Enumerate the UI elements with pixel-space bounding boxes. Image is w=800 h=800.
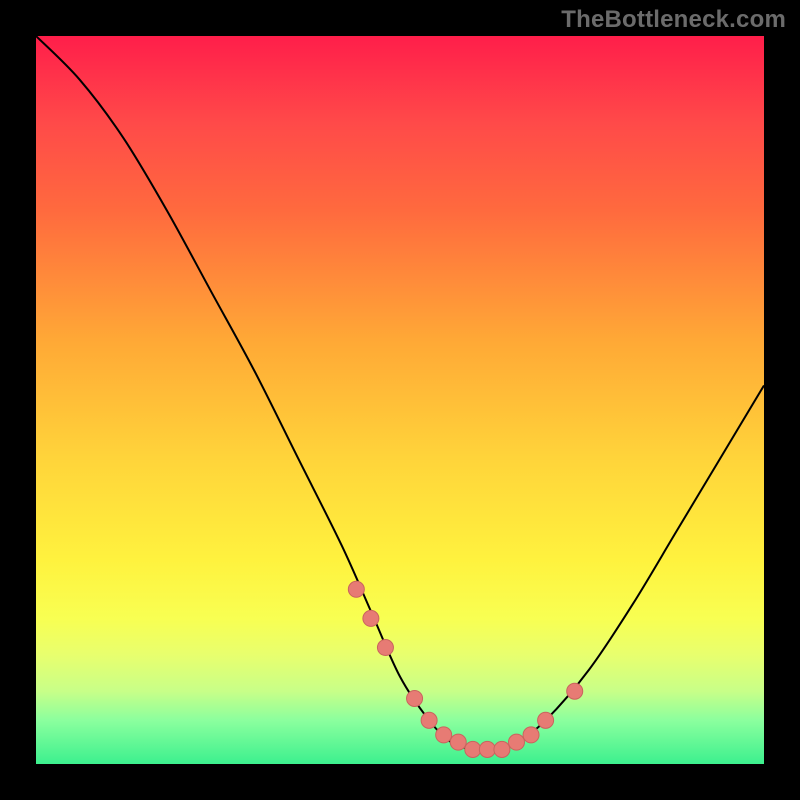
highlight-dots — [348, 581, 582, 757]
highlight-dot — [567, 683, 583, 699]
highlight-dot — [523, 727, 539, 743]
highlight-dot — [436, 727, 452, 743]
highlight-dot — [421, 712, 437, 728]
highlight-dot — [494, 741, 510, 757]
highlight-dot — [348, 581, 364, 597]
highlight-dot — [508, 734, 524, 750]
highlight-dot — [363, 610, 379, 626]
highlight-dot — [450, 734, 466, 750]
bottleneck-curve — [36, 36, 764, 750]
highlight-dot — [538, 712, 554, 728]
highlight-dot — [465, 741, 481, 757]
highlight-dot — [479, 741, 495, 757]
plot-area — [36, 36, 764, 764]
highlight-dot — [407, 690, 423, 706]
highlight-dot — [377, 640, 393, 656]
bottleneck-curve-svg — [36, 36, 764, 764]
chart-frame: TheBottleneck.com — [0, 0, 800, 800]
watermark-text: TheBottleneck.com — [561, 6, 786, 34]
